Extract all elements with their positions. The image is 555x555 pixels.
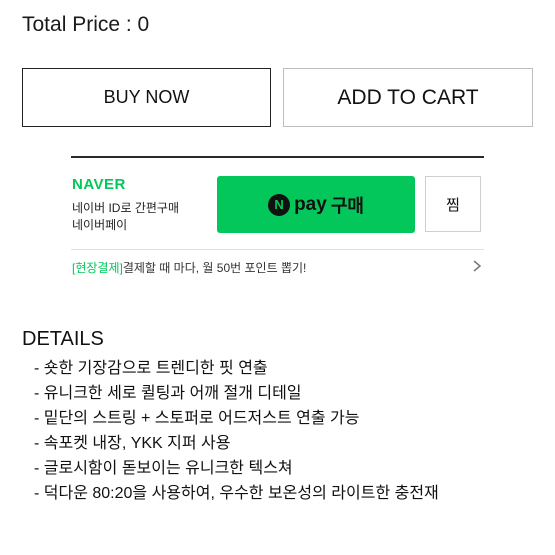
npay-icon: N [268,193,291,216]
buy-label: 구매 [330,195,364,216]
naver-pay-panel: NAVER 네이버 ID로 간편구매 네이버페이 N pay 구매 찜 [현장결… [71,156,484,290]
promo-text[interactable]: [현장결제]결제할 때 마다, 월 50번 포인트 뽑기! [72,259,306,276]
naver-pay-buy-button[interactable]: N pay 구매 [217,176,415,233]
naver-desc-line2: 네이버페이 [72,218,128,232]
promo-message: 결제할 때 마다, 월 50번 포인트 뽑기! [122,261,307,275]
details-item: - 덕다운 80:20을 사용하여, 우수한 보온성의 라이트한 충전재 [34,485,439,502]
details-title: DETAILS [22,328,104,350]
zzim-button[interactable]: 찜 [425,176,481,232]
naver-desc-line1: 네이버 ID로 간편구매 [72,201,179,215]
add-to-cart-button[interactable]: ADD TO CART [283,68,533,127]
details-item: - 속포켓 내장, YKK 지퍼 사용 [34,435,231,452]
details-item: - 밑단의 스트링 + 스토퍼로 어드저스트 연출 가능 [34,410,360,427]
details-item: - 글로시함이 돋보이는 유니크한 텍스쳐 [34,460,293,477]
details-list: - 숏한 기장감으로 트렌디한 핏 연출 - 유니크한 세로 퀼팅과 어깨 절개… [34,356,524,506]
naver-pay-description: 네이버 ID로 간편구매 네이버페이 [72,200,179,234]
naver-logo: NAVER [72,176,126,193]
chevron-right-icon[interactable] [470,259,484,273]
naver-divider [71,249,484,250]
buy-now-button[interactable]: BUY NOW [22,68,271,127]
pay-label: pay [294,193,327,215]
total-price: Total Price : 0 [22,13,150,36]
promo-tag: [현장결제] [72,261,123,275]
details-item: - 유니크한 세로 퀼팅과 어깨 절개 디테일 [34,385,302,402]
details-item: - 숏한 기장감으로 트렌디한 핏 연출 [34,360,268,377]
